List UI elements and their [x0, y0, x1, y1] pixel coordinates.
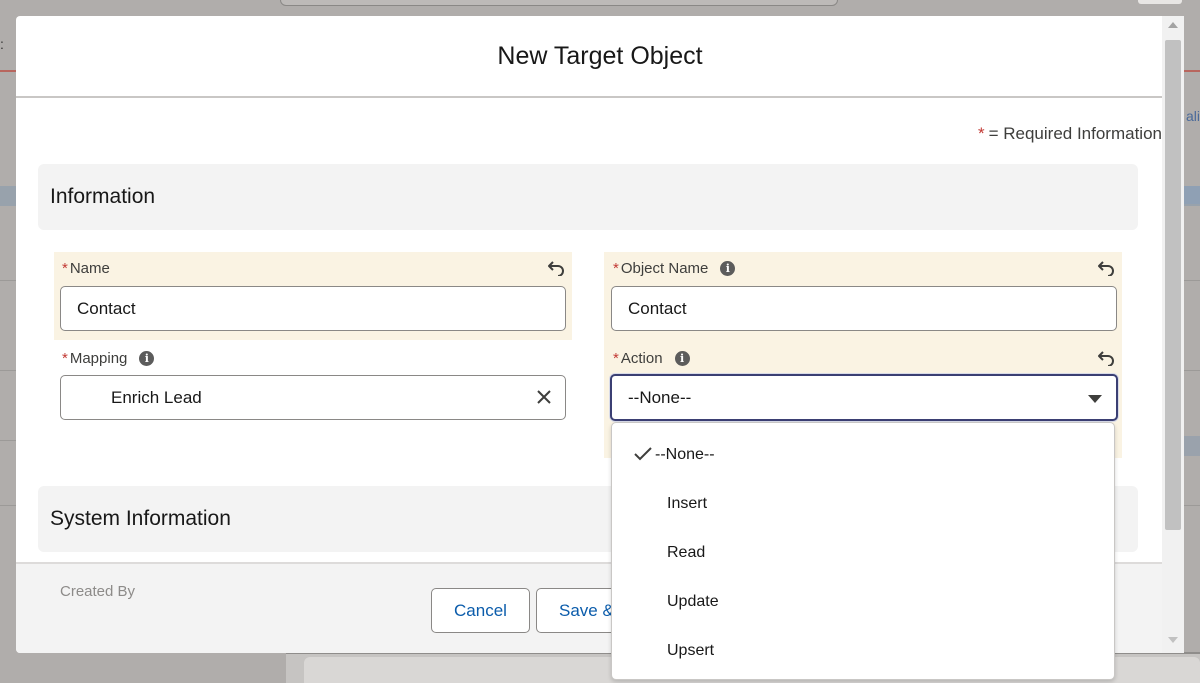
info-icon[interactable]: i	[720, 261, 736, 276]
action-required-marker: *	[613, 350, 619, 367]
mapping-selected-value: Enrich Lead	[111, 387, 202, 407]
mapping-label-text: Mapping	[69, 350, 128, 367]
action-label: * Action i	[613, 350, 690, 367]
required-star: *	[977, 124, 985, 143]
section-title-information: Information	[50, 185, 156, 208]
undo-icon[interactable]	[1097, 260, 1115, 276]
mapping-lookup-input[interactable]: Enrich Lead	[60, 375, 566, 420]
dropdown-option-upsert[interactable]: Upsert	[612, 626, 1114, 675]
modal-title: New Target Object	[497, 42, 703, 70]
action-dropdown-listbox: --None-- Insert Read Update Upsert	[611, 422, 1115, 680]
dropdown-option-read[interactable]: Read	[612, 528, 1114, 577]
name-required-marker: *	[62, 260, 68, 277]
dropdown-option-label: --None--	[655, 445, 715, 463]
modal-header: New Target Object	[16, 16, 1184, 98]
created-by-label: Created By	[60, 583, 136, 600]
background-right-panel	[1184, 436, 1200, 456]
object-name-label-text: Object Name	[620, 260, 709, 277]
name-label: * Name	[62, 260, 110, 277]
dropdown-option-label: Upsert	[667, 641, 715, 659]
undo-icon[interactable]	[1097, 350, 1115, 366]
undo-icon[interactable]	[547, 260, 565, 276]
background-top-right-button	[1138, 0, 1182, 4]
chevron-down-icon[interactable]	[1088, 395, 1102, 403]
name-label-text: Name	[69, 260, 110, 277]
background-left-glyph: :	[0, 36, 4, 52]
mapping-label: * Mapping i	[62, 350, 155, 367]
dropdown-option-update[interactable]: Update	[612, 577, 1114, 626]
required-information-note: * = Required Information	[978, 124, 1162, 144]
action-select[interactable]: --None--	[610, 374, 1118, 421]
name-input[interactable]: Contact	[60, 286, 566, 331]
object-name-input[interactable]: Contact	[611, 286, 1117, 331]
background-link-fragment: ali	[1186, 108, 1200, 124]
close-icon[interactable]	[535, 388, 553, 406]
mapping-required-marker: *	[62, 350, 68, 367]
object-name-label: * Object Name i	[613, 260, 736, 277]
dropdown-option-label: Update	[667, 592, 719, 610]
scroll-up-arrow-icon[interactable]	[1168, 22, 1178, 28]
info-icon[interactable]: i	[674, 351, 690, 366]
modal-scrollbar[interactable]	[1162, 16, 1184, 653]
dropdown-option-label: Read	[667, 543, 706, 561]
checkmark-icon	[634, 447, 652, 461]
cancel-button[interactable]: Cancel	[431, 588, 530, 633]
scroll-down-arrow-icon[interactable]	[1168, 637, 1178, 643]
info-icon[interactable]: i	[139, 351, 155, 366]
dropdown-option-label: Insert	[667, 494, 708, 512]
object-name-required-marker: *	[613, 260, 619, 277]
required-note-text: = Required Information	[988, 124, 1162, 143]
action-selected-value: --None--	[628, 387, 692, 407]
dropdown-option-none[interactable]: --None--	[612, 430, 1114, 479]
background-search-bar	[280, 0, 838, 6]
dropdown-option-insert[interactable]: Insert	[612, 479, 1114, 528]
action-label-text: Action	[620, 350, 663, 367]
scroll-thumb[interactable]	[1165, 40, 1181, 530]
section-header-information[interactable]: Information	[38, 164, 1138, 230]
section-title-system-information: System Information	[50, 507, 231, 530]
